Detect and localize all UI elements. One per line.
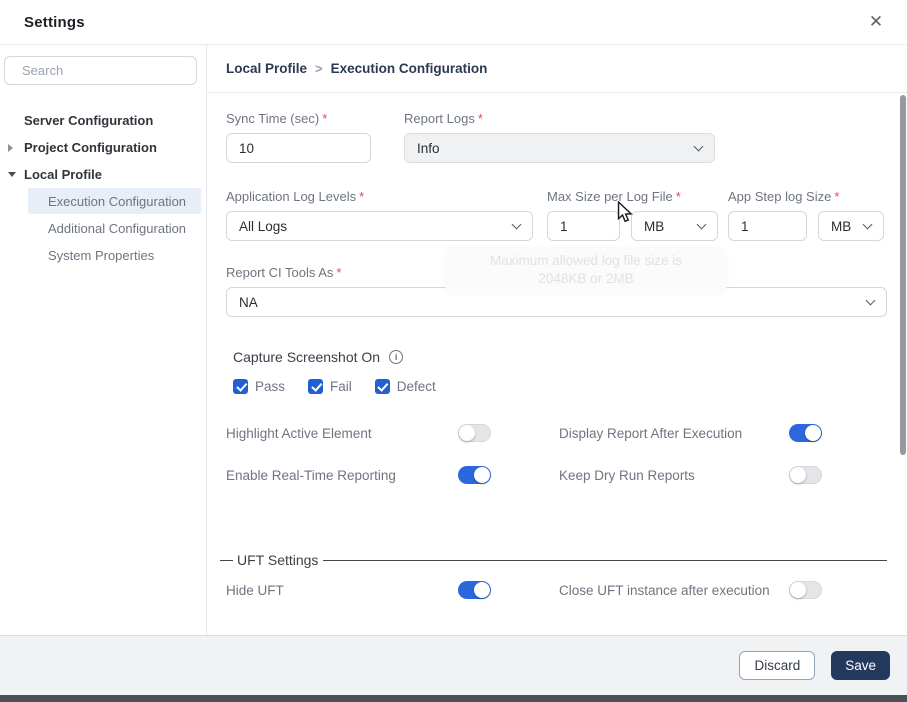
divider bbox=[323, 559, 887, 561]
uft-settings-label: UFT Settings bbox=[237, 552, 319, 568]
required-asterisk: * bbox=[477, 111, 483, 126]
checkbox-fail[interactable]: Fail bbox=[308, 379, 352, 394]
chevron-down-icon bbox=[8, 172, 16, 177]
hide-uft-toggle[interactable] bbox=[458, 581, 491, 599]
close-icon[interactable]: ✕ bbox=[865, 11, 887, 33]
required-asterisk: * bbox=[359, 189, 365, 204]
sidebar-nav: Server Configuration Project Configurati… bbox=[0, 107, 206, 268]
required-asterisk: * bbox=[336, 265, 342, 280]
sync-time-input[interactable] bbox=[226, 133, 371, 163]
report-ci-tools-select[interactable]: NA bbox=[226, 287, 887, 317]
settings-dialog: Settings ✕ Server Configuration Project … bbox=[0, 0, 907, 702]
app-step-log-size-label: App Step log Size * bbox=[728, 189, 840, 204]
settings-content: Local Profile > Execution Configuration … bbox=[207, 45, 907, 635]
sidebar-item-project-configuration[interactable]: Project Configuration bbox=[0, 134, 206, 161]
sidebar-item-execution-configuration[interactable]: Execution Configuration bbox=[28, 188, 201, 214]
chevron-down-icon bbox=[693, 141, 704, 151]
breadcrumb: Local Profile > Execution Configuration bbox=[207, 45, 907, 93]
sidebar-item-additional-configuration[interactable]: Additional Configuration bbox=[28, 215, 201, 241]
chevron-right-icon bbox=[8, 143, 13, 152]
application-log-levels-select[interactable]: All Logs bbox=[226, 211, 533, 241]
enable-real-time-reporting-label: Enable Real-Time Reporting bbox=[226, 467, 396, 483]
checkbox-icon bbox=[308, 379, 324, 394]
uft-settings-section-header: UFT Settings bbox=[220, 552, 887, 568]
search-input[interactable] bbox=[22, 63, 198, 78]
save-button[interactable]: Save bbox=[831, 651, 890, 680]
hide-uft-label: Hide UFT bbox=[226, 582, 284, 598]
application-log-levels-label: Application Log Levels * bbox=[226, 189, 365, 204]
max-size-input[interactable] bbox=[547, 211, 620, 241]
dialog-title: Settings bbox=[24, 13, 85, 31]
required-asterisk: * bbox=[834, 189, 840, 204]
checkbox-pass[interactable]: Pass bbox=[233, 379, 285, 394]
app-step-log-size-input[interactable] bbox=[728, 211, 807, 241]
report-logs-label: Report Logs * bbox=[404, 111, 483, 126]
highlight-active-element-toggle[interactable] bbox=[458, 424, 491, 442]
checkbox-defect[interactable]: Defect bbox=[374, 379, 436, 394]
display-report-after-execution-toggle[interactable] bbox=[789, 424, 822, 442]
info-icon[interactable] bbox=[389, 350, 404, 364]
required-asterisk: * bbox=[322, 111, 328, 126]
chevron-down-icon bbox=[511, 219, 522, 229]
chevron-down-icon bbox=[862, 219, 873, 229]
chevron-down-icon bbox=[865, 295, 876, 305]
max-size-label: Max Size per Log File * bbox=[547, 189, 681, 204]
search-box[interactable] bbox=[4, 56, 198, 85]
keep-dry-run-reports-toggle[interactable] bbox=[789, 466, 822, 484]
discard-button[interactable]: Discard bbox=[739, 651, 816, 680]
report-logs-select[interactable]: Info bbox=[404, 133, 715, 163]
capture-screenshot-section: Capture Screenshot On Pass Fail bbox=[233, 349, 887, 394]
required-asterisk: * bbox=[675, 189, 681, 204]
breadcrumb-current: Execution Configuration bbox=[330, 61, 488, 76]
capture-screenshot-label: Capture Screenshot On bbox=[233, 349, 381, 365]
chevron-down-icon bbox=[696, 219, 707, 229]
dialog-footer: Discard Save bbox=[0, 635, 907, 695]
sidebar-item-local-profile[interactable]: Local Profile bbox=[0, 161, 206, 188]
app-step-log-size-unit-select[interactable]: MB bbox=[818, 211, 884, 241]
close-uft-instance-label: Close UFT instance after execution bbox=[559, 582, 770, 598]
settings-sidebar: Server Configuration Project Configurati… bbox=[0, 45, 207, 635]
enable-real-time-reporting-toggle[interactable] bbox=[458, 466, 491, 484]
sync-time-label: Sync Time (sec) * bbox=[226, 111, 328, 126]
execution-configuration-form: Sync Time (sec)* Report Logs* Info bbox=[207, 93, 907, 599]
scrollbar-thumb[interactable] bbox=[900, 95, 906, 455]
window-bottom-strip bbox=[0, 695, 907, 702]
sidebar-item-system-properties[interactable]: System Properties bbox=[28, 242, 201, 268]
checkbox-icon bbox=[233, 379, 248, 394]
breadcrumb-parent[interactable]: Local Profile bbox=[226, 61, 307, 76]
breadcrumb-separator: > bbox=[315, 61, 323, 76]
highlight-active-element-label: Highlight Active Element bbox=[226, 425, 372, 441]
report-ci-tools-label: Report CI Tools As * bbox=[226, 265, 342, 280]
max-size-unit-select[interactable]: MB bbox=[631, 211, 718, 241]
close-uft-instance-toggle[interactable] bbox=[789, 581, 822, 599]
display-report-after-execution-label: Display Report After Execution bbox=[559, 425, 743, 441]
keep-dry-run-reports-label: Keep Dry Run Reports bbox=[559, 467, 695, 483]
divider bbox=[220, 559, 233, 561]
checkbox-icon bbox=[374, 379, 390, 394]
sidebar-item-server-configuration[interactable]: Server Configuration bbox=[0, 107, 206, 134]
dialog-titlebar: Settings ✕ bbox=[0, 0, 907, 45]
